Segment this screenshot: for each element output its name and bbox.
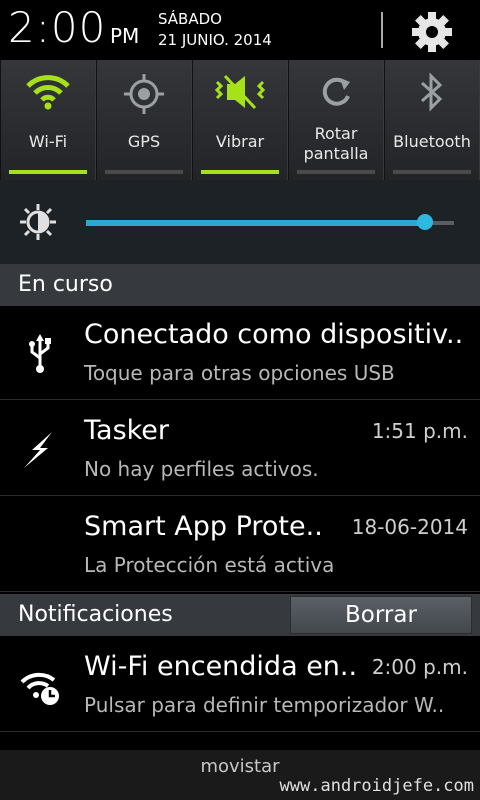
notification-title: Tasker <box>84 415 170 446</box>
wifi-timer-icon <box>18 664 62 708</box>
bluetooth-icon <box>421 72 443 112</box>
usb-icon <box>18 332 62 376</box>
rotate-icon <box>322 77 350 106</box>
notification-title: Wi-Fi encendida en.. <box>84 651 358 682</box>
qs-wifi-indicator <box>9 170 87 174</box>
qs-wifi-label: Wi-Fi <box>28 132 68 151</box>
gear-icon <box>412 12 452 52</box>
notification-tasker[interactable]: Tasker 1:51 p.m. No hay perfiles activos… <box>0 402 480 496</box>
qs-rotate-label-line2: pantalla <box>303 144 369 163</box>
tasker-bolt-icon <box>18 428 62 472</box>
notification-smart-app-protector[interactable]: Smart App Prote.. 18-06-2014 La Protecci… <box>0 498 480 592</box>
notification-time: 1:51 p.m. <box>371 419 468 443</box>
qs-rotate-toggle[interactable]: Rotar pantalla <box>288 60 384 180</box>
clear-notifications-button[interactable]: Borrar <box>290 596 472 634</box>
notification-time: 2:00 p.m. <box>371 655 468 679</box>
qs-rotate-indicator <box>297 170 375 174</box>
notification-subtitle: Toque para otras opciones USB <box>84 361 395 385</box>
notifications-header-label: Notificaciones <box>18 602 173 627</box>
qs-rotate-label-line1: Rotar <box>314 124 358 143</box>
quick-settings-panel: Wi-Fi GPS Vibrar Rotar pantalla Bluetoot… <box>0 60 480 180</box>
qs-gps-label: GPS <box>127 132 161 151</box>
qs-vibrate-label: Vibrar <box>215 132 265 151</box>
notification-wifi[interactable]: Wi-Fi encendida en.. 2:00 p.m. Pulsar pa… <box>0 638 480 732</box>
ongoing-section-header: En curso <box>0 264 480 306</box>
clock-ampm: PM <box>110 24 140 48</box>
notification-title: Smart App Prote.. <box>84 511 323 542</box>
notification-title: Conectado como dispositiv.. <box>84 319 464 350</box>
notification-subtitle: No hay perfiles activos. <box>84 457 319 481</box>
qs-vibrate-indicator <box>201 170 279 174</box>
qs-gps-indicator <box>105 170 183 174</box>
wifi-icon <box>26 75 70 110</box>
qs-bluetooth-indicator <box>393 170 471 174</box>
notifications-section-header: Notificaciones Borrar <box>0 594 480 636</box>
notification-subtitle: Pulsar para definir temporizador W.. <box>84 693 445 717</box>
clock-time: 2:00 <box>8 3 107 52</box>
qs-rotate-label: Rotar pantalla <box>289 124 383 164</box>
gps-icon <box>124 74 164 114</box>
date: 21 JUNIO. 2014 <box>158 31 272 49</box>
notification-subtitle: La Protección está activa <box>84 553 335 577</box>
notification-time: 18-06-2014 <box>351 515 468 539</box>
weekday: SÁBADO <box>158 10 222 28</box>
qs-bluetooth-toggle[interactable]: Bluetooth <box>384 60 480 180</box>
brightness-auto-button[interactable] <box>18 202 58 242</box>
vibrate-icon <box>215 74 265 110</box>
qs-gps-toggle[interactable]: GPS <box>96 60 192 180</box>
brightness-slider-handle[interactable] <box>416 214 433 230</box>
qs-bluetooth-label: Bluetooth <box>393 132 471 151</box>
notification-usb[interactable]: Conectado como dispositiv.. Toque para o… <box>0 306 480 400</box>
brightness-fill <box>86 220 425 226</box>
qs-wifi-toggle[interactable]: Wi-Fi <box>0 60 96 180</box>
brightness-bar <box>0 180 480 264</box>
qs-vibrate-toggle[interactable]: Vibrar <box>192 60 288 180</box>
settings-button[interactable] <box>408 8 456 56</box>
header-divider <box>381 12 383 48</box>
watermark: www.androidjefe.com <box>279 776 474 796</box>
ongoing-header-label: En curso <box>18 272 113 297</box>
carrier-label: movistar <box>200 756 280 777</box>
brightness-icon <box>20 204 56 240</box>
